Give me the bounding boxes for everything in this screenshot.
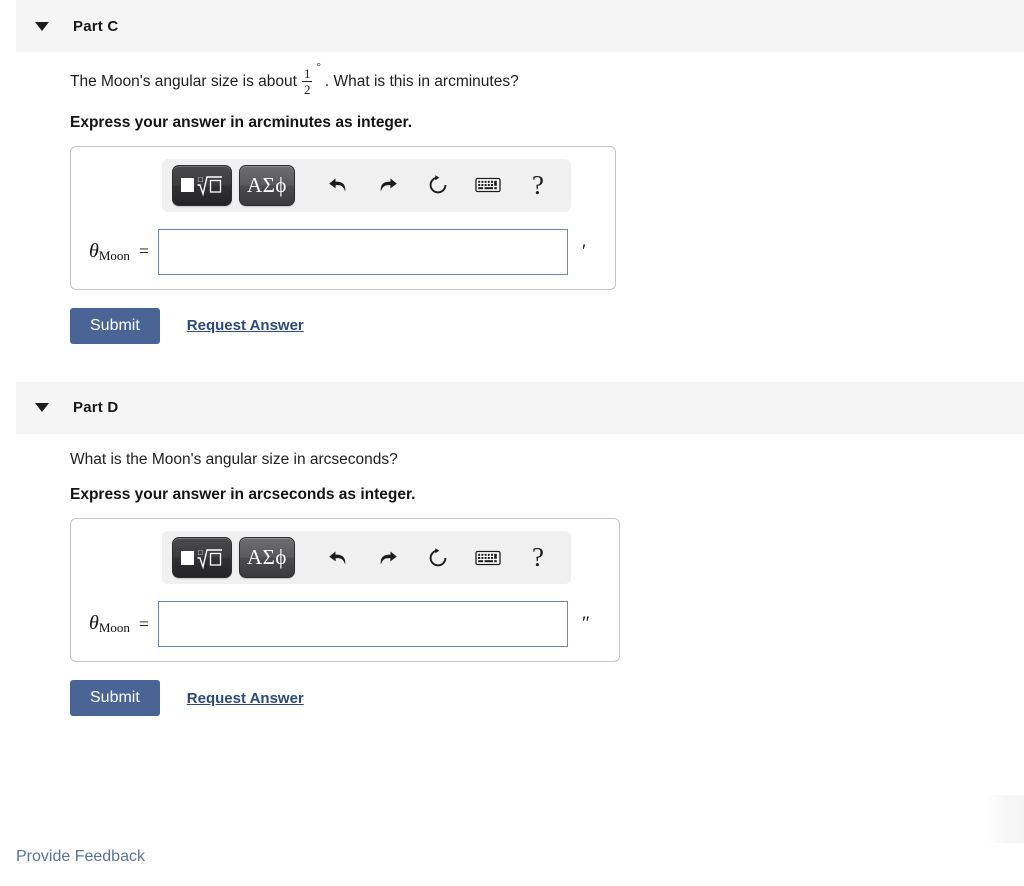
question-suffix: . What is this in arcminutes? [324, 73, 519, 91]
reset-icon[interactable] [415, 165, 461, 205]
part-title: Part C [73, 17, 119, 35]
action-row: Submit Request Answer [70, 680, 1024, 717]
unit-arcsecond: ″ [582, 613, 590, 635]
provide-feedback-link[interactable]: Provide Feedback [16, 848, 145, 866]
keyboard-icon[interactable] [465, 538, 511, 578]
reset-icon[interactable] [415, 538, 461, 578]
fraction-denominator: 2 [301, 81, 313, 98]
part-title: Part D [73, 399, 119, 416]
answer-panel: □ ΑΣϕ [70, 518, 620, 663]
math-toolbar: □ ΑΣϕ ? [162, 531, 571, 585]
svg-text:□: □ [198, 548, 203, 557]
math-template-button[interactable]: □ [172, 537, 232, 579]
part-section-d: Part D What is the Moon's angular size i… [0, 381, 1024, 717]
math-toolbar: □ ΑΣϕ ? [162, 158, 571, 212]
answer-input[interactable] [158, 228, 569, 275]
unit-arcminute: ′ [582, 240, 587, 262]
part-header-c[interactable]: Part C [16, 0, 1024, 52]
fraction-one-half: 1 2 [301, 66, 313, 98]
greek-letters-button[interactable]: ΑΣϕ [239, 537, 295, 579]
scrollbar-strip[interactable] [985, 795, 1024, 843]
keyboard-icon[interactable] [465, 165, 511, 205]
help-label: ? [531, 542, 544, 573]
variable-symbol: θ [89, 612, 99, 635]
instruction-text: Express your answer in arcseconds as int… [70, 486, 416, 504]
redo-icon[interactable] [365, 165, 411, 205]
answer-panel: □ ΑΣϕ [70, 145, 616, 290]
undo-icon[interactable] [315, 165, 361, 205]
triangle-down-icon[interactable] [35, 21, 49, 31]
greek-letters-label: ΑΣϕ [247, 172, 287, 197]
request-answer-link[interactable]: Request Answer [187, 690, 304, 707]
part-body-d: What is the Moon's angular size in arcse… [0, 434, 1024, 717]
part-section-c: Part C The Moon's angular size is about … [0, 0, 1024, 344]
question-text: What is the Moon's angular size in arcse… [70, 450, 1024, 471]
svg-text:□: □ [198, 175, 203, 184]
triangle-down-icon[interactable] [35, 403, 49, 412]
variable-symbol: θ [89, 239, 99, 262]
action-row: Submit Request Answer [70, 307, 1024, 344]
submit-button[interactable]: Submit [70, 680, 160, 717]
instruction-text: Express your answer in arcminutes as int… [70, 113, 413, 131]
greek-letters-button[interactable]: ΑΣϕ [239, 164, 295, 206]
request-answer-link[interactable]: Request Answer [187, 317, 304, 334]
help-label: ? [531, 169, 544, 200]
answer-row: θMoon = ′ [71, 228, 615, 275]
help-icon[interactable]: ? [515, 165, 561, 205]
greek-letters-label: ΑΣϕ [247, 545, 287, 570]
variable-label: θMoon [89, 240, 130, 264]
square-and-nth-root-icon: □ [180, 546, 224, 570]
equals-sign: = [138, 613, 150, 634]
answer-row: θMoon = ″ [71, 601, 619, 648]
variable-subscript: Moon [98, 247, 130, 263]
answer-input[interactable] [158, 601, 569, 648]
question-text: The Moon's angular size is about 1 2 ° .… [70, 61, 1024, 98]
equals-sign: = [138, 241, 150, 261]
square-and-nth-root-icon: □ [180, 173, 224, 197]
part-header-d[interactable]: Part D [16, 381, 1024, 434]
question-prefix: What is the Moon's angular size in arcse… [70, 450, 398, 468]
submit-button[interactable]: Submit [70, 307, 160, 344]
degree-symbol: ° [316, 61, 321, 73]
redo-icon[interactable] [365, 538, 411, 578]
variable-subscript: Moon [98, 620, 130, 636]
question-prefix: The Moon's angular size is about [70, 73, 297, 91]
help-icon[interactable]: ? [515, 538, 561, 578]
variable-label: θMoon [89, 612, 130, 636]
fraction-numerator: 1 [303, 66, 311, 81]
part-body-c: The Moon's angular size is about 1 2 ° .… [0, 52, 1024, 344]
undo-icon[interactable] [315, 538, 361, 578]
math-template-button[interactable]: □ [172, 164, 232, 206]
